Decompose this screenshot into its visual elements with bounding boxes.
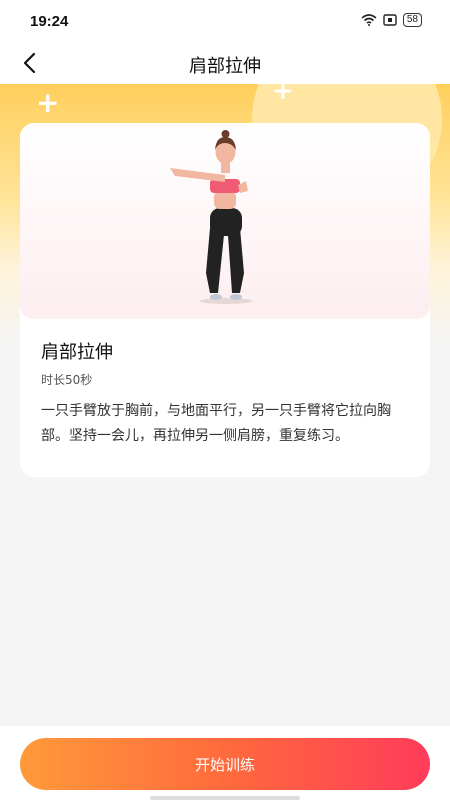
plus-decoration-icon: + <box>36 86 60 119</box>
start-training-button[interactable]: 开始训练 <box>20 738 430 790</box>
exercise-name: 肩部拉伸 <box>41 342 113 363</box>
wifi-icon <box>361 14 377 26</box>
status-time: 19:24 <box>30 13 69 30</box>
woman-stretching-illustration <box>170 130 252 304</box>
sim-icon <box>383 14 397 26</box>
home-indicator <box>150 796 300 800</box>
exercise-card: 肩部拉伸 时长50秒 一只手臂放于胸前，与地面平行，另一只手臂将它拉向胸部。坚持… <box>20 123 430 477</box>
exercise-duration: 时长50秒 <box>41 373 93 387</box>
exercise-illustration <box>20 123 430 319</box>
nav-header: 肩部拉伸 <box>0 42 450 84</box>
plus-decoration-icon: + <box>272 84 294 106</box>
status-icons: 58 <box>361 13 422 27</box>
exercise-description: 一只手臂放于胸前，与地面平行，另一只手臂将它拉向胸部。坚持一会儿，再拉伸另一侧肩… <box>41 403 391 444</box>
page-title: 肩部拉伸 <box>189 56 261 77</box>
status-bar: 19:24 58 <box>0 0 450 42</box>
battery-indicator: 58 <box>402 13 422 27</box>
